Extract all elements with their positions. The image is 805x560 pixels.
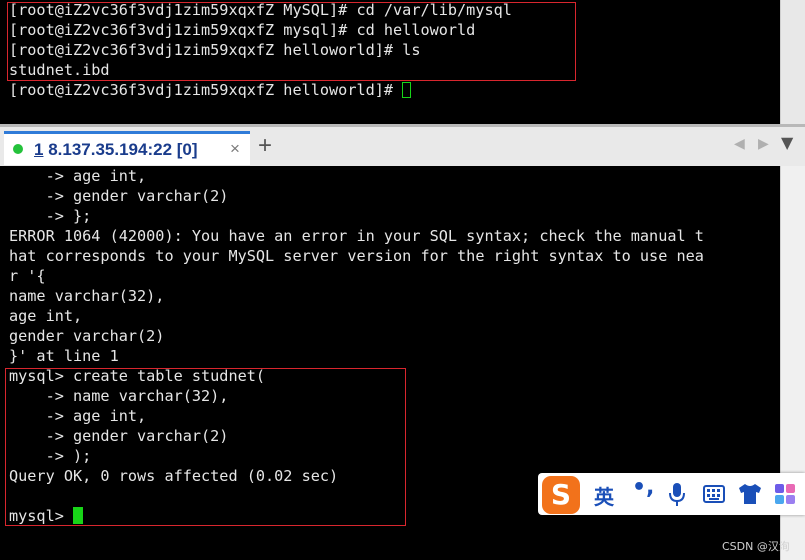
terminal-line: mysql> create table studnet( — [9, 367, 266, 385]
terminal-line: ERROR 1064 (42000): You have an error in… — [9, 227, 704, 245]
terminal-prompt: mysql> — [9, 507, 74, 525]
add-tab-button[interactable]: + — [252, 131, 278, 162]
terminal-line: -> ); — [9, 447, 92, 465]
top-terminal-pane[interactable]: [root@iZ2vc36f3vdj1zim59xqxfZ MySQL]# cd… — [0, 0, 780, 124]
apps-icon[interactable] — [774, 483, 796, 505]
terminal-line: -> gender varchar(2) — [9, 427, 229, 445]
ime-toolbar: S 英 •, — [538, 473, 805, 515]
tab-close-icon[interactable]: × — [230, 139, 240, 159]
watermark: CSDN @汉洵 — [722, 540, 790, 553]
terminal-line: gender varchar(2) — [9, 327, 165, 345]
session-tab-bar: 1 8.137.35.194:22 [0] × + ◀ ▶ ▼ — [0, 124, 805, 166]
sogou-logo-icon[interactable]: S — [542, 476, 580, 514]
connection-status-icon — [13, 144, 23, 154]
ime-punctuation-toggle[interactable]: •, — [632, 475, 654, 500]
terminal-line: r '{ — [9, 267, 46, 285]
terminal-line: [root@iZ2vc36f3vdj1zim59xqxfZ helloworld… — [9, 41, 421, 59]
tab-list-menu-icon[interactable]: ▼ — [781, 133, 793, 152]
terminal-line: -> }; — [9, 207, 92, 225]
terminal-line: [root@iZ2vc36f3vdj1zim59xqxfZ MySQL]# cd… — [9, 1, 512, 19]
terminal-line: -> age int, — [9, 167, 147, 185]
tab-label: 1 8.137.35.194:22 [0] — [34, 140, 198, 159]
terminal-line: studnet.ibd — [9, 61, 110, 79]
terminal-line: age int, — [9, 307, 83, 325]
scroll-tabs-left-icon[interactable]: ◀ — [734, 136, 745, 152]
terminal-line: [root@iZ2vc36f3vdj1zim59xqxfZ mysql]# cd… — [9, 21, 476, 39]
top-terminal-scrollbar[interactable] — [780, 0, 805, 124]
keyboard-icon[interactable] — [703, 485, 725, 503]
terminal-line: }' at line 1 — [9, 347, 119, 365]
tab-session-1[interactable]: 1 8.137.35.194:22 [0] × — [4, 131, 250, 165]
terminal-line: hat corresponds to your MySQL server ver… — [9, 247, 704, 265]
ime-language-toggle[interactable]: 英 — [594, 481, 614, 510]
terminal-cursor-inactive — [402, 82, 412, 98]
microphone-icon[interactable] — [669, 483, 685, 507]
shirt-icon[interactable] — [738, 484, 762, 504]
terminal-line: -> name varchar(32), — [9, 387, 229, 405]
terminal-prompt-line: [root@iZ2vc36f3vdj1zim59xqxfZ helloworld… — [0, 80, 780, 100]
terminal-line: -> age int, — [9, 407, 147, 425]
terminal-prompt: [root@iZ2vc36f3vdj1zim59xqxfZ helloworld… — [9, 81, 403, 99]
terminal-line: -> gender varchar(2) — [9, 187, 229, 205]
terminal-line: name varchar(32), — [9, 287, 165, 305]
scroll-tabs-right-icon[interactable]: ▶ — [758, 136, 769, 152]
terminal-cursor — [73, 507, 84, 524]
